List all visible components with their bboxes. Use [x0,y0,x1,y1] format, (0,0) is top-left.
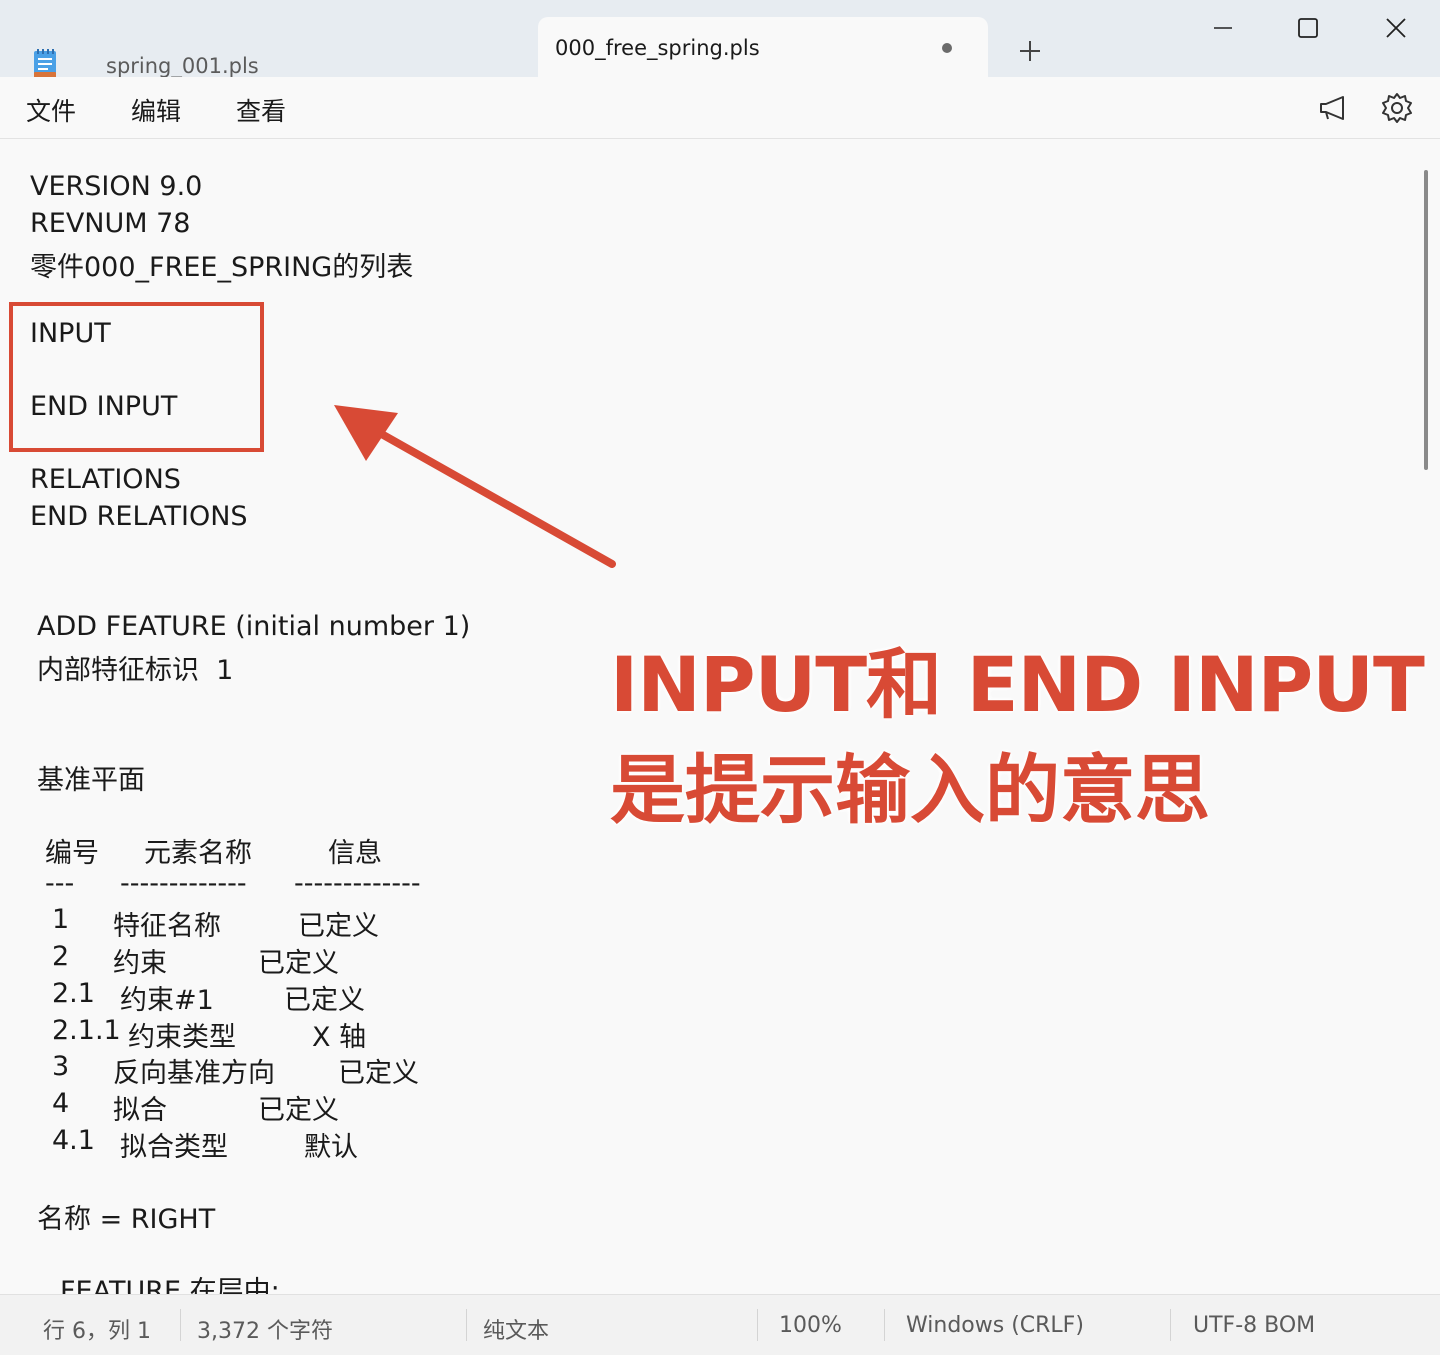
annotation-line-1: INPUT和 END INPUT [610,640,1425,729]
status-divider [466,1309,467,1341]
table-separator: ------------- [294,868,421,899]
table-row-info: 已定义 [338,1058,419,1089]
close-icon[interactable] [1366,10,1426,46]
status-bar: 行 6，列 1 3,372 个字符 纯文本 100% Windows (CRLF… [0,1294,1440,1355]
editor-line: ADD FEATURE (initial number 1) [37,611,471,642]
editor-line: REVNUM 78 [30,208,191,239]
table-row-name: 约束 [113,948,167,979]
editor-line: END RELATIONS [30,501,248,532]
editor-line: FEATURE 在层中: [60,1276,280,1294]
tab-000-free-spring[interactable]: 000_free_spring.pls [538,17,988,77]
title-bar: spring_001.pls 000_free_spring.pls [0,0,1440,78]
table-row-id: 2 [52,941,70,972]
status-char-count: 3,372 个字符 [197,1319,333,1344]
table-row-info: 默认 [304,1132,358,1163]
status-divider [1170,1309,1171,1341]
gear-icon[interactable] [1380,91,1414,125]
table-row-id: 2.1 [52,978,95,1009]
table-row-id: 1 [52,904,70,935]
editor-line: 基准平面 [37,765,145,796]
table-header-name: 元素名称 [144,838,252,869]
notepad-icon [34,49,56,78]
annotation-line-2: 是提示输入的意思 [610,746,1211,834]
text-editor[interactable]: VERSION 9.0 REVNUM 78 零件000_FREE_SPRING的… [0,139,1440,1294]
table-header-id: 编号 [45,838,99,869]
table-separator: ------------- [120,868,247,899]
arrow-icon [334,405,616,568]
status-divider [757,1309,758,1341]
table-row-info: 已定义 [298,911,379,942]
tab-spring-001[interactable]: spring_001.pls [0,18,530,78]
table-row-info: 已定义 [258,1095,339,1126]
status-encoding[interactable]: UTF-8 BOM [1193,1313,1315,1338]
table-row-name: 拟合 [113,1095,167,1126]
status-zoom[interactable]: 100% [779,1313,842,1338]
editor-line: 零件000_FREE_SPRING的列表 [30,252,414,283]
status-divider [884,1309,885,1341]
table-row-id: 4.1 [52,1125,95,1156]
tab-title: 000_free_spring.pls [555,36,760,60]
plus-icon[interactable] [1013,34,1047,68]
editor-line: 内部特征标识 1 [37,655,234,686]
table-row-id: 2.1.1 [52,1015,121,1046]
status-line-ending[interactable]: Windows (CRLF) [906,1313,1084,1338]
table-row-id: 3 [52,1051,70,1082]
megaphone-icon[interactable] [1316,91,1350,125]
table-row-name: 反向基准方向 [113,1058,275,1089]
menu-bar: 文件 编辑 查看 [0,77,1440,139]
table-row-name: 特征名称 [113,911,221,942]
table-row-info: 已定义 [258,948,339,979]
table-row-name: 约束#1 [120,985,214,1016]
minimize-icon[interactable] [1193,10,1253,46]
editor-line: VERSION 9.0 [30,171,203,202]
unsaved-dot-icon[interactable] [942,43,952,53]
table-header-info: 信息 [328,838,382,869]
table-row-name: 约束类型 [128,1022,236,1053]
table-row-info: X 轴 [312,1022,367,1053]
maximize-icon[interactable] [1278,10,1338,46]
menu-edit[interactable]: 编辑 [131,92,181,128]
menu-file[interactable]: 文件 [26,92,76,128]
status-divider [180,1309,181,1341]
vertical-scrollbar[interactable] [1424,170,1428,470]
table-row-info: 已定义 [284,985,365,1016]
editor-line: RELATIONS [30,464,181,495]
status-position: 行 6，列 1 [43,1319,151,1344]
status-format[interactable]: 纯文本 [483,1313,549,1345]
table-separator: --- [45,868,75,899]
highlight-box [9,302,264,452]
menu-view[interactable]: 查看 [236,92,286,128]
tab-title: spring_001.pls [106,54,259,78]
table-row-name: 拟合类型 [120,1132,228,1163]
table-row-id: 4 [52,1088,70,1119]
editor-line: 名称 = RIGHT [37,1204,216,1235]
